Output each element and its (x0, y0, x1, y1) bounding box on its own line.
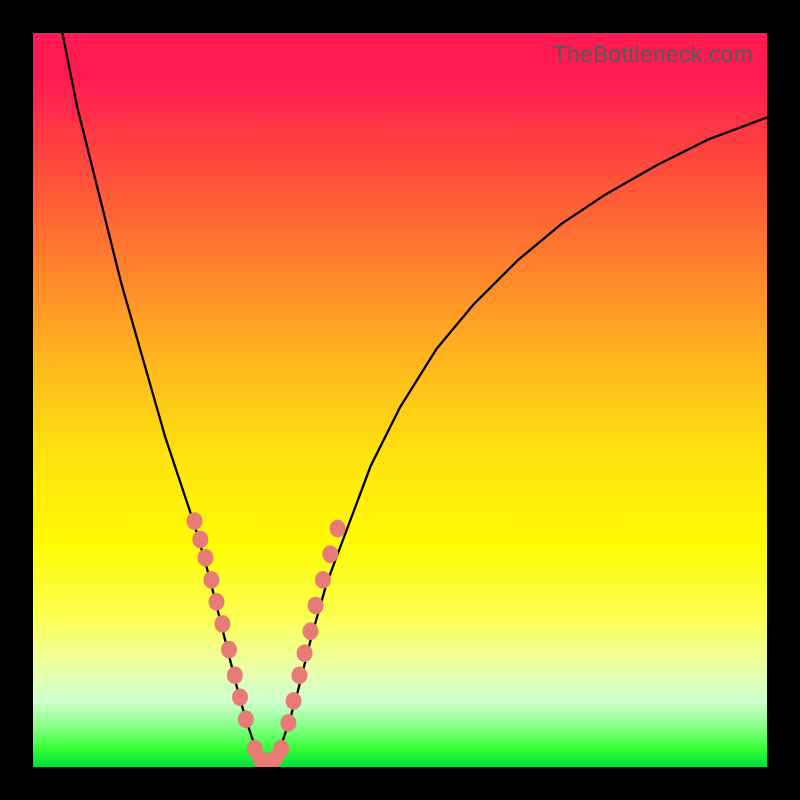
data-marker (315, 571, 331, 589)
data-marker (330, 520, 346, 538)
data-marker (308, 597, 324, 615)
watermark-label: TheBottleneck.com (553, 41, 753, 68)
chart-plot-area: TheBottleneck.com (33, 33, 767, 767)
data-marker (221, 641, 237, 659)
curve-right-curve (268, 117, 767, 763)
data-marker (232, 688, 248, 706)
data-marker (209, 593, 225, 611)
data-marker (322, 545, 338, 563)
data-marker (297, 644, 313, 662)
data-marker (186, 512, 202, 530)
chart-frame: TheBottleneck.com (0, 0, 800, 800)
data-marker (192, 531, 208, 549)
data-marker (214, 615, 230, 633)
data-marker (203, 571, 219, 589)
data-marker (302, 622, 318, 640)
data-marker (227, 666, 243, 684)
data-marker (197, 549, 213, 567)
data-marker (273, 740, 289, 758)
data-marker (286, 692, 302, 710)
data-marker (291, 666, 307, 684)
data-marker (238, 710, 254, 728)
curve-left-curve (62, 33, 268, 763)
data-marker (280, 714, 296, 732)
chart-svg (33, 33, 767, 767)
